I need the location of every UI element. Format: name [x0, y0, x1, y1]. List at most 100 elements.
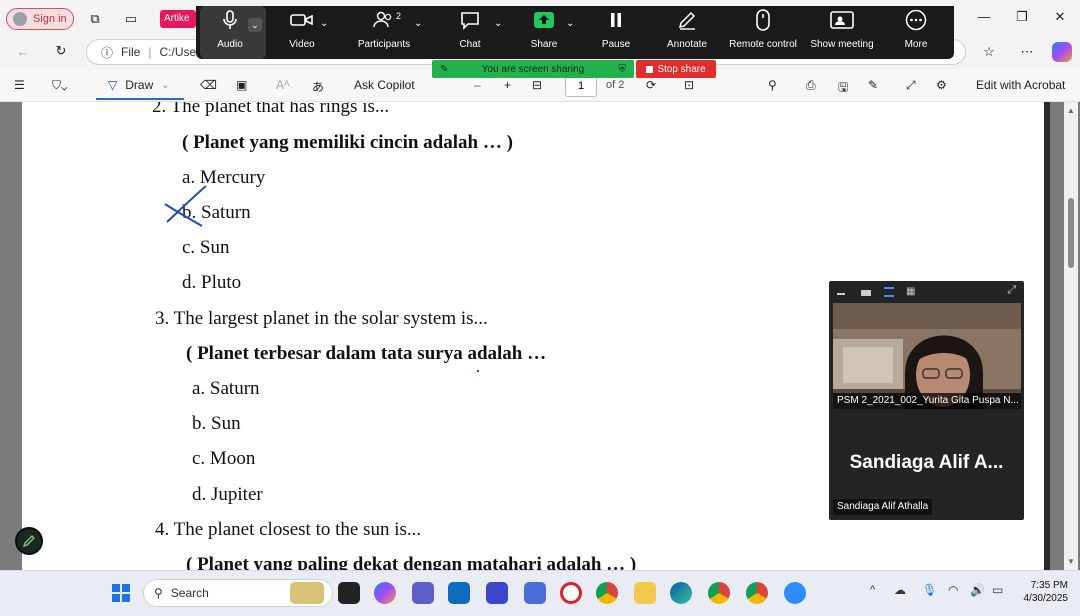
- annotate-button[interactable]: Annotate: [660, 0, 714, 53]
- pause-button[interactable]: Pause: [594, 0, 638, 53]
- save-icon[interactable]: 🖫: [838, 78, 848, 99]
- more-icon: [904, 9, 928, 31]
- fit-page-icon[interactable]: ⊟: [532, 78, 542, 92]
- sharing-banner-text: You are screen sharing: [481, 63, 585, 75]
- minimize-icon[interactable]: —: [972, 9, 996, 29]
- rotate-icon[interactable]: ⟳: [646, 78, 656, 92]
- back-icon[interactable]: ←: [12, 40, 34, 62]
- save-as-icon[interactable]: ✎: [868, 78, 878, 92]
- copilot-icon[interactable]: [1052, 42, 1072, 62]
- more-button[interactable]: More: [894, 0, 938, 53]
- ask-copilot-button[interactable]: Ask Copilot: [354, 78, 415, 92]
- scroll-down-icon[interactable]: ▼: [1067, 557, 1075, 566]
- battery-icon[interactable]: ▭: [992, 583, 1003, 597]
- erase-icon[interactable]: ⌫: [200, 78, 217, 92]
- contents-icon[interactable]: ☰: [14, 78, 25, 92]
- participant-2-name: Sandiaga Alif Athalla: [833, 499, 933, 515]
- task-view-icon[interactable]: [338, 582, 360, 604]
- expand-video-icon[interactable]: ⤢: [1007, 284, 1016, 297]
- wifi-icon[interactable]: ◠: [948, 583, 958, 597]
- gallery-view-icon[interactable]: ▦: [906, 286, 915, 297]
- vertical-scrollbar[interactable]: ▲ ▼: [1064, 102, 1078, 570]
- participants-button[interactable]: Participants: [352, 0, 416, 53]
- zoom-in-button[interactable]: +: [504, 78, 511, 92]
- remote-control-button[interactable]: Remote control: [724, 0, 802, 53]
- taskbar-clock[interactable]: 7:35 PM 4/30/2025: [1012, 579, 1069, 605]
- participant-count: 2: [396, 11, 402, 21]
- draw-button[interactable]: ▽ Draw ⌄: [96, 72, 184, 100]
- option-3d: d. Jupiter: [192, 484, 263, 505]
- page-number-input[interactable]: 1: [565, 75, 597, 97]
- read-aloud-icon[interactable]: Aᴬ: [276, 78, 289, 92]
- video-options-chevron-icon[interactable]: ⌄: [320, 18, 328, 29]
- favorites-icon[interactable]: ☆: [978, 41, 1000, 63]
- question-2: 2. The planet that has rings is...: [152, 102, 390, 117]
- settings-gear-icon[interactable]: ⚙: [936, 78, 947, 92]
- edge-icon[interactable]: [670, 582, 692, 604]
- volume-icon[interactable]: 🔊: [970, 583, 985, 597]
- participants-chevron-icon[interactable]: ⌄: [414, 18, 422, 29]
- draw-pencil-button[interactable]: [15, 527, 43, 555]
- video-button[interactable]: Video: [280, 0, 324, 53]
- tab-actions-icon[interactable]: ▭: [120, 8, 142, 30]
- stop-square-icon: [646, 65, 654, 73]
- print-icon[interactable]: ⎙: [806, 78, 816, 93]
- workspaces-icon[interactable]: ⧉: [84, 8, 106, 30]
- chat-button[interactable]: Chat: [448, 0, 492, 53]
- fullscreen-icon[interactable]: ⤢: [906, 78, 916, 93]
- outlook-icon[interactable]: [448, 582, 470, 604]
- translate-icon[interactable]: あ: [312, 78, 324, 95]
- text-box-icon[interactable]: ▣: [236, 78, 247, 92]
- microphone-tray-icon[interactable]: 🎙: [922, 583, 937, 597]
- search-highlight-icon[interactable]: [290, 582, 324, 604]
- participant-2-display-name: Sandiaga Alif A...: [849, 452, 1004, 473]
- page-view-icon[interactable]: ⊡: [684, 78, 694, 92]
- audio-options-chevron-icon[interactable]: ⌄: [248, 18, 262, 32]
- close-icon[interactable]: ✕: [1048, 9, 1072, 29]
- cloud-icon[interactable]: ☁: [894, 583, 906, 597]
- show-meeting-button[interactable]: Show meeting: [806, 0, 878, 53]
- participants-icon: [372, 9, 396, 31]
- scroll-up-icon[interactable]: ▲: [1067, 106, 1075, 115]
- highlight-icon[interactable]: ⛉⌄: [52, 78, 67, 93]
- teams-icon[interactable]: [412, 582, 434, 604]
- sharing-leaf-icon: ✎: [440, 63, 449, 75]
- show-hidden-icons-chevron-icon[interactable]: ^: [870, 584, 875, 596]
- speaker-view-icon[interactable]: [884, 287, 894, 297]
- clock-date: 4/30/2025: [1023, 593, 1069, 604]
- chrome-profile-icon[interactable]: [708, 582, 730, 604]
- zoom-out-button[interactable]: –: [474, 78, 481, 92]
- refresh-icon[interactable]: ↻: [50, 40, 72, 62]
- draw-label: Draw: [125, 78, 154, 92]
- start-windows-icon[interactable]: [112, 584, 130, 602]
- share-chevron-icon[interactable]: ⌄: [566, 18, 574, 29]
- edit-with-acrobat-button[interactable]: Edit with Acrobat: [976, 78, 1065, 92]
- stop-share-button[interactable]: Stop share: [636, 60, 716, 78]
- app-icon[interactable]: [486, 582, 508, 604]
- option-3b: b. Sun: [192, 413, 241, 434]
- sign-in-button[interactable]: Sign in: [6, 8, 74, 30]
- question-4-translation: ( Planet yang paling dekat dengan mataha…: [186, 554, 637, 570]
- zoom-app-icon[interactable]: [784, 582, 806, 604]
- copilot-taskbar-icon[interactable]: [374, 582, 396, 604]
- single-view-icon[interactable]: [861, 290, 871, 296]
- browser-tab[interactable]: Artike: [160, 10, 196, 28]
- chat-icon: [458, 9, 482, 31]
- option-2c: c. Sun: [182, 237, 230, 258]
- annotation-cross-mark: [164, 185, 207, 227]
- restore-icon[interactable]: ❐: [1010, 9, 1034, 29]
- chrome-profile-2-icon[interactable]: [746, 582, 768, 604]
- share-button[interactable]: Share: [522, 0, 566, 53]
- store-icon[interactable]: [524, 582, 546, 604]
- profile-avatar-icon: [13, 12, 27, 26]
- minimize-video-icon[interactable]: [837, 293, 845, 295]
- chat-chevron-icon[interactable]: ⌄: [494, 18, 502, 29]
- audio-button[interactable]: Audio: [208, 0, 252, 53]
- browser-menu-icon[interactable]: ⋯: [1016, 41, 1038, 63]
- scrollbar-thumb[interactable]: [1068, 198, 1074, 268]
- find-icon[interactable]: ⚲: [768, 78, 777, 92]
- chrome-icon[interactable]: [596, 582, 618, 604]
- opera-icon[interactable]: [560, 582, 582, 604]
- screen-sharing-banner: ✎ You are screen sharing ⛨: [432, 60, 634, 78]
- file-explorer-icon[interactable]: [634, 582, 656, 604]
